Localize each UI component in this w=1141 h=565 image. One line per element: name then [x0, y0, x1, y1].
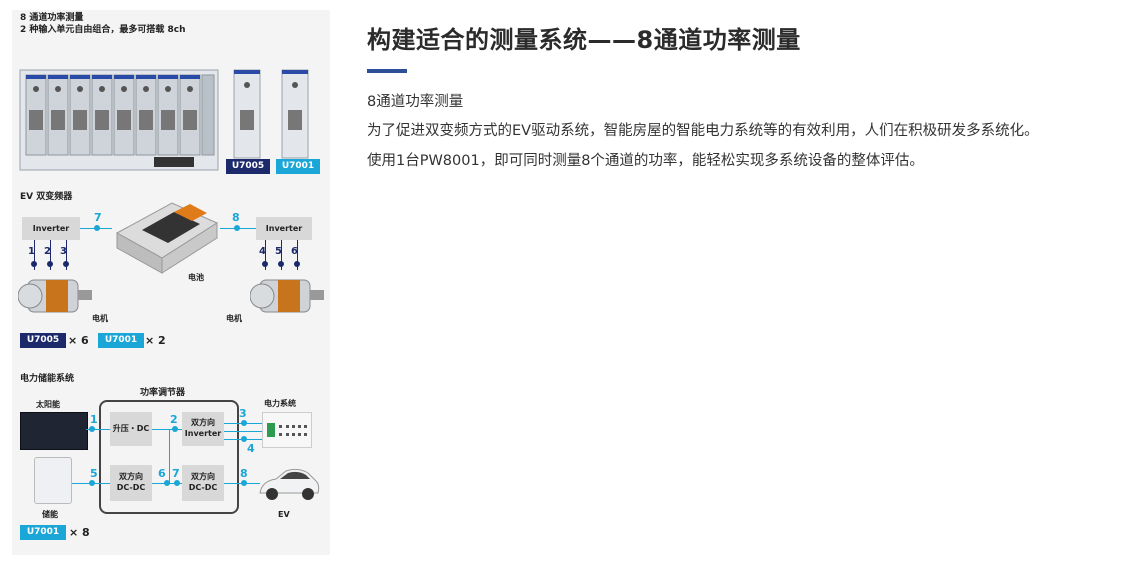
storage-dot-1: [89, 426, 95, 432]
storage-unit-image: [34, 457, 72, 504]
storage-badge-u7001: U7001: [20, 525, 66, 540]
ev-dot-4: [262, 261, 268, 267]
diagram-panel: 8 通道功率测量 2 种输入单元自由组合，最多可搭载 8ch U7005 U70…: [12, 10, 330, 555]
figure-heading-2: 2 种输入单元自由组合，最多可搭载 8ch: [20, 25, 186, 35]
storage-channel-1: 1: [90, 413, 98, 426]
ev-qty-u7001: × 2: [145, 334, 166, 347]
wire-grid-2: [224, 431, 262, 432]
storage-label: 储能: [42, 510, 58, 519]
storage-channel-8: 8: [240, 467, 248, 480]
storage-section-label: 电力储能系统: [20, 374, 75, 384]
box-dcdc-left-line2: DC-DC: [116, 483, 146, 492]
ev-dot-6: [294, 261, 300, 267]
ev-qty-u7005: × 6: [68, 334, 89, 347]
grid-label: 电力系统: [264, 399, 296, 408]
box-boost-dc: 升压・DC: [110, 412, 152, 446]
ev-channel-8-dot: [234, 225, 240, 231]
solar-label: 太阳能: [36, 400, 60, 409]
inverter-left-box: Inverter: [22, 217, 80, 240]
ev-channel-7: 7: [94, 211, 102, 224]
storage-dot-6: [164, 480, 170, 486]
box-bi-inverter-line2: Inverter: [184, 429, 222, 438]
article-line-1: 8通道功率测量: [367, 94, 464, 110]
storage-channel-2: 2: [170, 413, 178, 426]
box-dcdc-left-line1: 双方向: [119, 472, 143, 481]
grid-panel-image: [262, 412, 312, 448]
ev-label: EV: [278, 510, 290, 519]
storage-dot-3: [241, 420, 247, 426]
ev-car-image: [259, 468, 320, 500]
storage-channel-5: 5: [90, 467, 98, 480]
storage-dot-5: [89, 480, 95, 486]
inverter-right-box: Inverter: [256, 217, 312, 240]
motor-left-illustration: [18, 279, 92, 313]
storage-channel-6: 6: [158, 467, 166, 480]
wire-mid-vertical: [169, 429, 170, 483]
box-dcdc-right-line1: 双方向: [191, 472, 215, 481]
motor-right-label: 电机: [226, 314, 242, 323]
box-dcdc-right-line2: DC-DC: [188, 483, 218, 492]
badge-u7001: U7001: [276, 159, 320, 174]
storage-channel-7: 7: [172, 467, 180, 480]
ev-section-label: EV 双变频器: [20, 192, 73, 202]
storage-qty-u7001: × 8: [69, 526, 90, 539]
article-line-3: 使用1台PW8001，即可同时测量8个通道的功率，能轻松实现多系统设备的整体评估…: [367, 153, 924, 169]
article-title: 构建适合的测量系统——8通道功率测量: [367, 26, 801, 54]
ev-badge-u7001: U7001: [98, 333, 144, 348]
ev-dot-1: [31, 261, 37, 267]
ev-badge-u7005: U7005: [20, 333, 66, 348]
motor-right-illustration: [250, 279, 324, 313]
article-line-2: 为了促进双变频方式的EV驱动系统，智能房屋的智能电力系统等的有效利用，人们在积极…: [367, 123, 1039, 139]
storage-dot-7: [174, 480, 180, 486]
title-underline: [367, 69, 407, 73]
box-dcdc-right: 双方向 DC-DC: [182, 465, 224, 501]
box-bi-inverter: 双方向 Inverter: [182, 412, 224, 446]
ev-dot-2: [47, 261, 53, 267]
box-dcdc-left: 双方向 DC-DC: [110, 465, 152, 501]
motor-left-label: 电机: [92, 314, 108, 323]
battery-illustration: [115, 202, 219, 274]
storage-dot-8: [241, 480, 247, 486]
ev-dot-3: [63, 261, 69, 267]
ev-channel-7-dot: [94, 225, 100, 231]
figure-heading-1: 8 通道功率测量: [20, 13, 84, 23]
ev-dot-5: [278, 261, 284, 267]
solar-panel-image: [20, 412, 88, 450]
storage-channel-4: 4: [247, 442, 255, 455]
battery-label: 电池: [188, 273, 204, 282]
conditioner-label: 功率调节器: [140, 388, 186, 398]
box-bi-inverter-line1: 双方向: [191, 418, 215, 427]
storage-channel-3: 3: [239, 407, 247, 420]
storage-dot-2: [172, 426, 178, 432]
badge-u7005: U7005: [226, 159, 270, 174]
ev-channel-8: 8: [232, 211, 240, 224]
